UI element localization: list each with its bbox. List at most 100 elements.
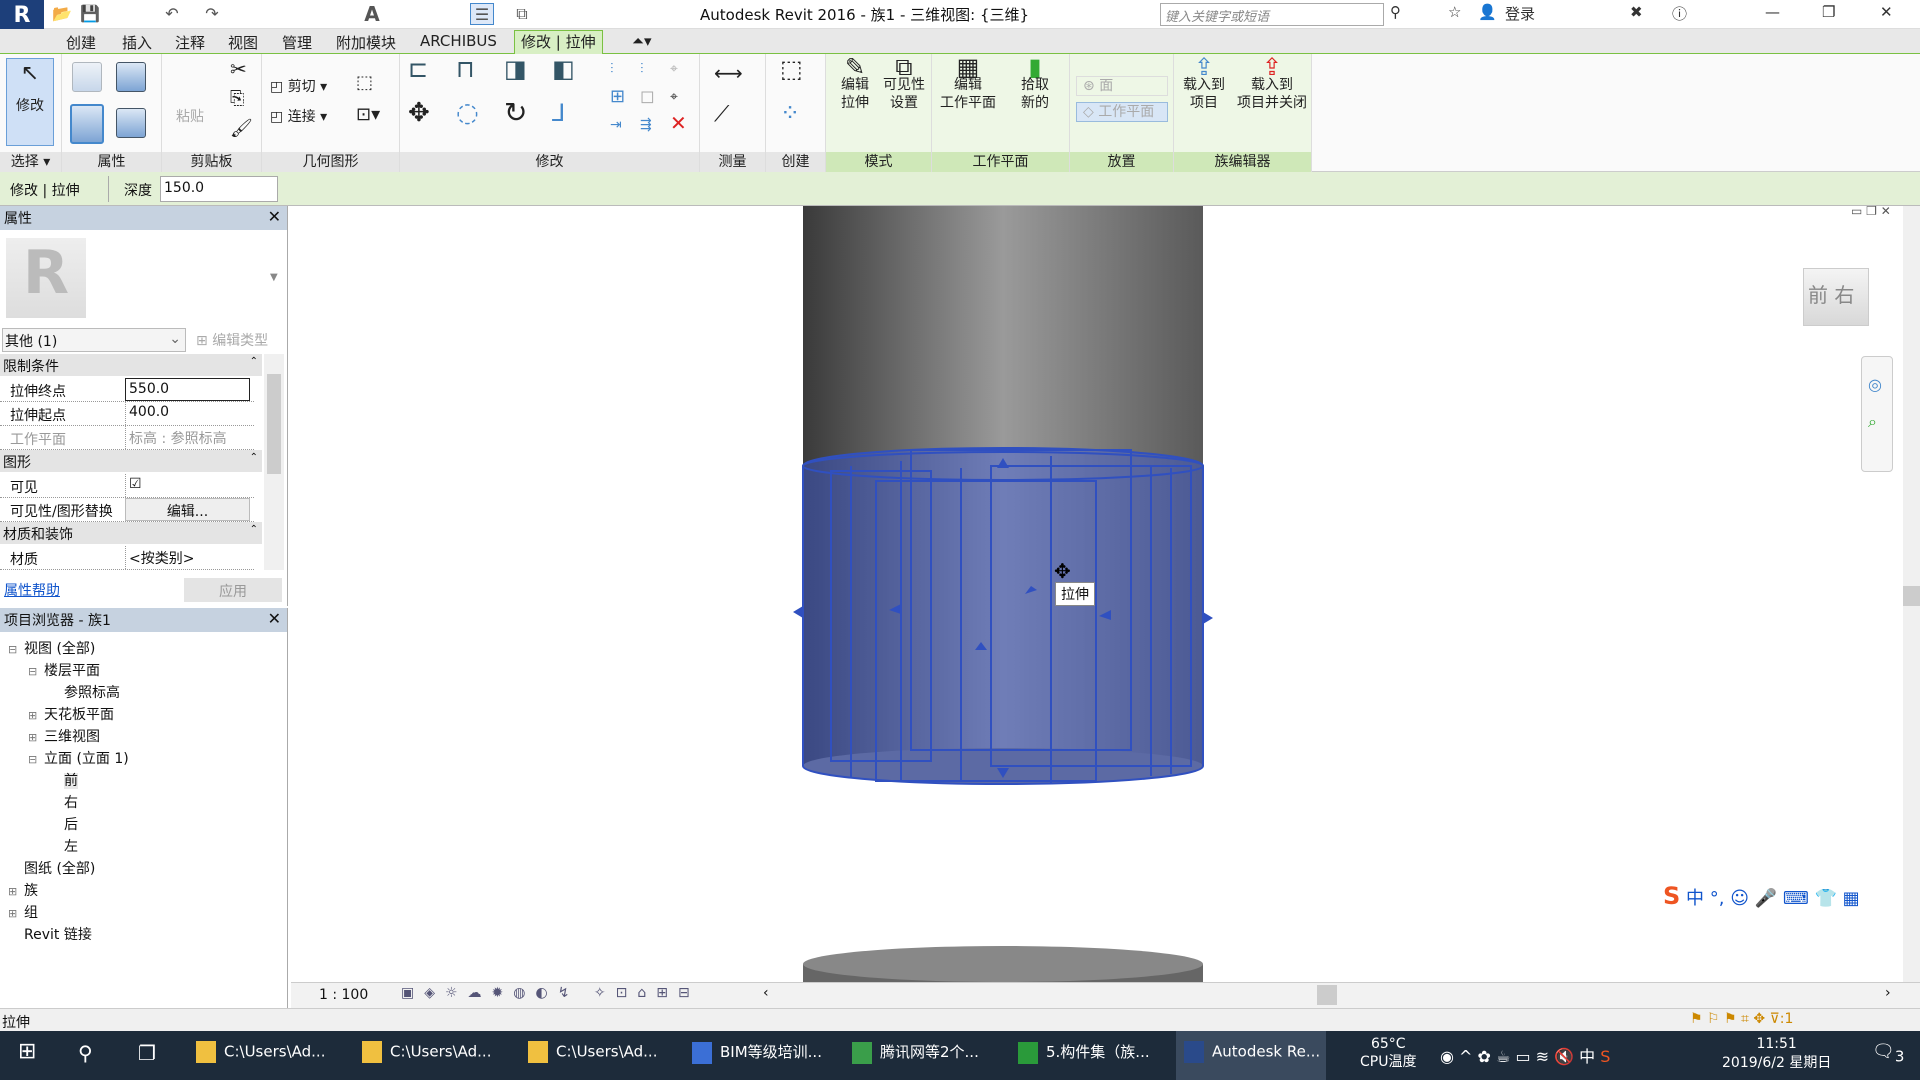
taskbar-item[interactable]: 5.构件集（族... [1018,1041,1150,1064]
unpin-icon[interactable]: ⌖ [670,60,678,78]
trim-multiple-icon[interactable]: ⇶ [640,116,652,134]
steering-wheel-icon[interactable]: ◎ [1868,375,1886,394]
scroll-right-icon[interactable]: › [1885,985,1891,1001]
tree-node[interactable]: 参照标高 [48,682,120,702]
chevron-down-icon[interactable]: ▼ [270,272,278,283]
move-icon[interactable]: ✥ [408,100,430,126]
scale-icon[interactable]: ◻ [640,88,655,106]
tab-modify-extrusion[interactable]: 修改 | 拉伸 [514,30,603,54]
expand-icon[interactable]: ⊞ [8,885,24,898]
split-element-icon[interactable]: ⫶ [610,60,614,78]
taskbar-item[interactable]: C:\Users\Ad... [528,1041,657,1063]
edit-type-button[interactable]: ⊞ 编辑类型 [196,330,268,350]
tab-archibus[interactable]: ARCHIBUS [420,32,497,50]
load-and-close-button[interactable]: ⇪ 载入到 项目并关闭 [1232,55,1312,112]
close-icon[interactable]: ✕ [268,609,281,628]
tree-node[interactable]: 图纸 (全部) [8,858,95,878]
extrusion-end-input[interactable]: 550.0 [125,378,250,401]
help-icon[interactable]: ⓘ [1672,3,1687,24]
selection-filter-icons[interactable]: ⚑ ⚐ ⚑ ⌗ ✥ ⊽:1 [1690,1011,1793,1027]
tab-view[interactable]: 视图 [228,32,258,53]
open-icon[interactable]: 📂 [50,3,74,25]
restore-button[interactable]: ❐ [1822,3,1835,21]
mirror-pick-axis-icon[interactable]: ◨ [504,57,527,81]
match-properties-icon[interactable]: 🖌 [230,120,253,138]
join-button[interactable]: ◰ 连接 ▾ [270,108,327,126]
properties-toggle-icon[interactable] [70,104,104,144]
array-icon[interactable]: ⊞ [610,88,625,106]
tab-manage[interactable]: 管理 [282,32,312,53]
exchange-icon[interactable]: ✖ [1630,3,1643,21]
collapse-icon[interactable]: ⊟ [8,643,24,656]
visible-checkbox[interactable]: ☑ [125,474,250,497]
category-materials[interactable]: 材质和装饰 ⌃ [0,522,262,544]
taskbar-item[interactable]: C:\Users\Ad... [362,1041,491,1063]
tab-addins[interactable]: 附加模块 [336,32,396,53]
paste-button[interactable]: 粘贴 [176,108,204,126]
trim-icon[interactable]: ⇥ [610,116,622,134]
trim-extend-icon[interactable]: ⅃ [552,101,565,125]
user-icon[interactable]: 👤 [1478,3,1497,21]
category-constraints[interactable]: 限制条件 ⌃ [0,354,262,376]
edit-visibility-button[interactable]: 编辑... [125,498,250,521]
measure-icon[interactable]: ⟷ [714,63,743,83]
taskbar-item[interactable]: 腾讯网等2个... [852,1041,979,1064]
tree-node[interactable]: ⊞ 组 [8,902,38,922]
tree-node[interactable]: ⊞ 族 [8,880,38,900]
offset-icon[interactable]: ⊓ [456,57,475,81]
create-similar-icon[interactable]: ⬚ [780,57,803,81]
dimension-icon[interactable]: ⟋ [714,104,729,126]
workplane-button[interactable]: ◇ 工作平面 [1076,102,1168,122]
pick-new-button[interactable]: ▮ 拾取 新的 [1008,55,1062,112]
family-category-icon[interactable] [116,62,146,92]
extrusion-start-input[interactable]: 400.0 [125,402,250,425]
tree-node[interactable]: ⊟ 视图 (全部) [8,638,95,658]
family-types-icon[interactable] [72,62,102,92]
type-selector[interactable]: 其他 (1) ⌄ [2,328,186,352]
system-tray-icons[interactable]: ◉ ^ ✿ ☕ ▭ ≋ 🔇 中 S [1440,1043,1610,1067]
tree-node[interactable]: 右 [48,792,78,812]
expand-icon[interactable]: ⊞ [28,709,44,722]
tree-node[interactable]: 前 [48,770,78,790]
align-icon[interactable]: ⊏ [408,57,428,81]
edit-extrusion-button[interactable]: ✎ 编辑 拉伸 [832,55,878,112]
view-scale[interactable]: 1 : 100 [319,987,368,1003]
zoom-icon[interactable]: ⌕ [1868,412,1886,432]
delete-icon[interactable]: ✕ [670,113,687,133]
tree-node[interactable]: ⊟ 立面 (立面 1) [28,748,129,768]
tree-node[interactable]: ⊟ 楼层平面 [28,660,100,680]
ime-toolbar[interactable]: S 中 °, ☺ 🎤 ⌨ 👕 ▦ [1663,882,1860,910]
search-input[interactable]: 键入关键字或短语 [1160,3,1384,26]
star-icon[interactable]: ☆ [1448,3,1461,21]
close-button[interactable]: ✕ [1880,3,1893,21]
clock[interactable]: 11:51 2019/6/2 星期日 [1722,1035,1831,1073]
category-graphics[interactable]: 图形 ⌃ [0,450,262,472]
face-button[interactable]: ⊛ 面 [1076,76,1168,96]
wall-joins-icon[interactable]: ⬚ [356,74,373,92]
vertical-scrollbar[interactable] [1903,206,1920,987]
copy-icon[interactable]: ⎘ [230,90,244,108]
search-icon[interactable]: ⚲ [78,1041,93,1065]
collapse-icon[interactable]: ⊟ [28,753,44,766]
thin-lines-icon[interactable]: ☰ [470,3,494,25]
binoculars-icon[interactable]: ⚲ [1390,3,1401,21]
notification-center-icon[interactable]: 🗨3 [1872,1041,1904,1066]
type-properties-icon[interactable] [116,108,146,138]
start-button[interactable]: ⊞ [18,1039,36,1064]
properties-scrollbar[interactable] [264,354,284,570]
modify-button[interactable]: ↖ 修改 [6,58,54,146]
scroll-left-icon[interactable]: ‹ [763,985,769,1001]
properties-help-link[interactable]: 属性帮助 [4,580,60,600]
apply-button[interactable]: 应用 [184,578,282,602]
select-dropdown[interactable]: 选择 ▾ [0,152,61,172]
taskbar-item[interactable]: Autodesk Re... [1176,1031,1326,1080]
viewcube[interactable]: 前 右 [1803,268,1869,326]
close-hidden-icon[interactable]: ⧉ [510,3,534,25]
extrusion-wireframe[interactable] [793,447,1213,785]
taskbar-item[interactable]: BIM等级培训... [692,1041,822,1064]
save-icon[interactable]: 💾 [78,3,102,25]
navigation-bar[interactable]: ◎ ⌕ [1861,356,1893,472]
login-button[interactable]: 登录 [1505,3,1535,24]
visibility-settings-button[interactable]: ⧉ 可见性 设置 [880,55,928,112]
split-gap-icon[interactable]: ⫶ [640,60,644,78]
